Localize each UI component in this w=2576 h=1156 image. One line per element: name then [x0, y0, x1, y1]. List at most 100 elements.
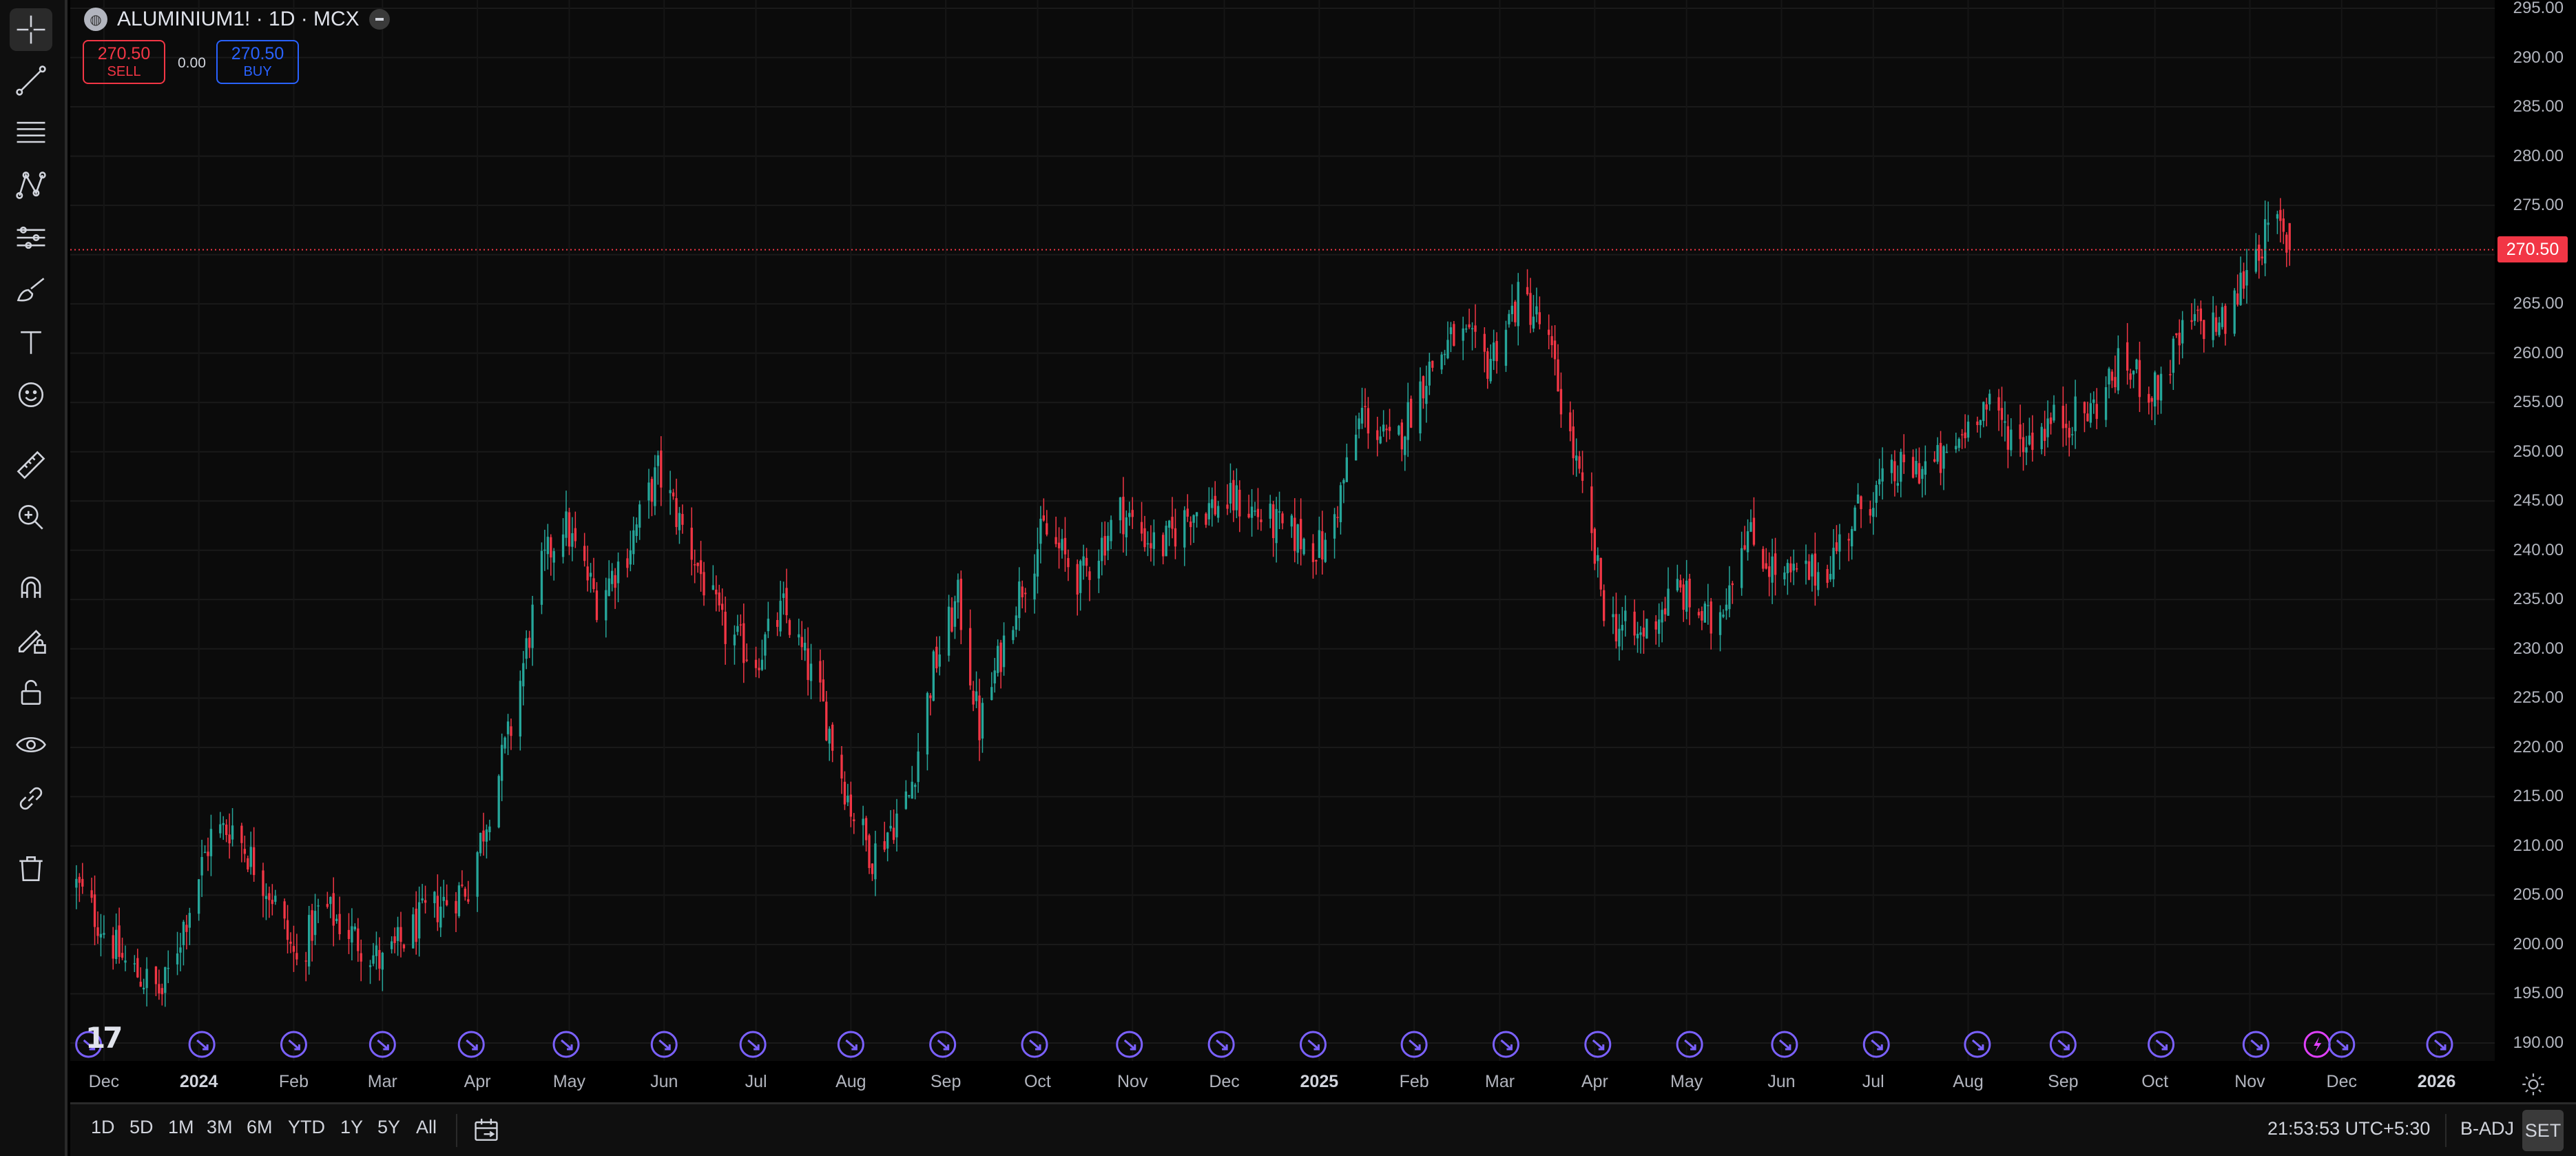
lock-drawing-icon[interactable]	[10, 619, 52, 661]
candle-body	[271, 900, 273, 905]
symbol-logo-icon[interactable]: ◍	[84, 8, 107, 31]
symbol-title[interactable]: ALUMINIUM1! · 1D · MCX	[117, 8, 360, 31]
range-5y-button[interactable]: 5Y	[377, 1117, 400, 1138]
candle-body	[2089, 403, 2092, 423]
calendar-icon[interactable]	[470, 1114, 503, 1147]
candle-body	[164, 967, 167, 993]
time-axis[interactable]: Dec 2024 Feb Mar Apr May Jun Jul Aug Sep Oct Nov Dec…	[70, 1061, 2495, 1102]
candle-body	[1532, 316, 1535, 329]
trend-line-icon[interactable]	[10, 59, 52, 102]
clock-timezone[interactable]: 21:53:53 UTC+5:30	[2267, 1118, 2430, 1139]
candle	[179, 933, 182, 971]
trash-icon[interactable]	[10, 847, 52, 890]
symbol-legend: ◍ ALUMINIUM1! · 1D · MCX	[84, 4, 390, 34]
range-ytd-button[interactable]: YTD	[288, 1117, 325, 1138]
candle	[2282, 209, 2285, 245]
brush-icon[interactable]	[10, 269, 52, 311]
candle-body	[767, 619, 769, 632]
candle-body	[1893, 461, 1896, 482]
adjustment-button[interactable]: B-ADJ	[2460, 1118, 2514, 1139]
candle	[1847, 533, 1850, 561]
candle	[1933, 451, 1936, 463]
earnings-event-icon	[2303, 1031, 2331, 1058]
candle-body	[1618, 628, 1621, 647]
candle-body	[464, 888, 466, 897]
range-5d-button[interactable]: 5D	[129, 1117, 154, 1138]
candle-body	[360, 953, 362, 962]
candle	[1743, 526, 1746, 550]
candle	[1902, 434, 1905, 474]
candle	[1851, 526, 1853, 560]
ruler-icon[interactable]	[10, 444, 52, 486]
range-1m-button[interactable]: 1M	[168, 1117, 194, 1138]
candle	[1131, 497, 1134, 529]
candle-body	[605, 590, 607, 621]
candle-body	[1171, 517, 1174, 529]
candle	[378, 937, 381, 981]
session-button[interactable]: SET	[2522, 1110, 2564, 1151]
text-icon[interactable]	[10, 321, 52, 364]
price-scale[interactable]: 295.00290.00285.00280.00275.00270.00265.…	[2495, 0, 2576, 1061]
candle-body	[1376, 430, 1379, 440]
candle-body	[1853, 507, 1856, 531]
candle-body	[629, 550, 632, 565]
candle	[739, 614, 742, 637]
fib-retracement-icon[interactable]	[10, 112, 52, 154]
link-icon[interactable]	[10, 777, 52, 820]
magnet-icon[interactable]	[10, 566, 52, 609]
time-tick-label: Sep	[930, 1072, 962, 1091]
candle	[2190, 303, 2193, 330]
candle	[1718, 605, 1722, 652]
candle	[1682, 578, 1685, 622]
candle	[2132, 370, 2135, 389]
eye-icon[interactable]	[10, 723, 52, 766]
candle-body	[1321, 531, 1324, 560]
lock-icon[interactable]	[10, 671, 52, 714]
gear-icon[interactable]	[2518, 1069, 2548, 1100]
candle-body	[1165, 526, 1167, 557]
candle-body	[1281, 513, 1284, 524]
range-1y-button[interactable]: 1Y	[340, 1117, 363, 1138]
candle	[1710, 598, 1712, 650]
range-3m-button[interactable]: 3M	[207, 1117, 233, 1138]
emoji-icon[interactable]	[10, 373, 52, 416]
candle	[292, 925, 295, 972]
candle	[1486, 347, 1489, 389]
candle	[2233, 288, 2236, 337]
candle-body	[442, 896, 445, 901]
candle-body	[1232, 479, 1235, 510]
tradingview-logo[interactable]: 17	[85, 1021, 123, 1055]
candle	[1872, 492, 1875, 535]
legend-collapse-button[interactable]	[368, 9, 390, 30]
candle	[1633, 599, 1636, 646]
crosshair-icon[interactable]	[10, 8, 52, 51]
candle	[990, 672, 993, 701]
zoom-in-icon[interactable]	[10, 496, 52, 539]
candle-body	[2049, 417, 2053, 424]
pattern-icon[interactable]	[10, 164, 52, 207]
range-6m-button[interactable]: 6M	[247, 1117, 273, 1138]
forecast-icon[interactable]	[10, 216, 52, 259]
last-price-label: 270.50	[2497, 236, 2568, 263]
candle	[1443, 349, 1446, 366]
candle-body	[1636, 633, 1639, 639]
candle-body	[1024, 592, 1027, 595]
candle-body	[1067, 558, 1070, 568]
buy-button[interactable]: 270.50 BUY	[216, 40, 299, 84]
candle-body	[2025, 447, 2028, 453]
candle-body	[133, 963, 136, 964]
candle	[571, 517, 574, 561]
candle	[372, 942, 375, 967]
sell-button[interactable]: 270.50 SELL	[83, 40, 165, 84]
candle-body	[1207, 503, 1210, 519]
candle-body	[1792, 564, 1795, 571]
candle	[1254, 502, 1256, 516]
candle-body	[482, 830, 485, 842]
arrow-glyph	[1216, 1039, 1228, 1051]
candle-body	[292, 946, 295, 952]
candle-body	[1743, 545, 1746, 550]
chart-pane[interactable]	[70, 0, 2495, 1061]
range-1d-button[interactable]: 1D	[91, 1117, 115, 1138]
range-all-button[interactable]: All	[416, 1117, 437, 1138]
price-chart[interactable]	[70, 0, 2495, 1061]
